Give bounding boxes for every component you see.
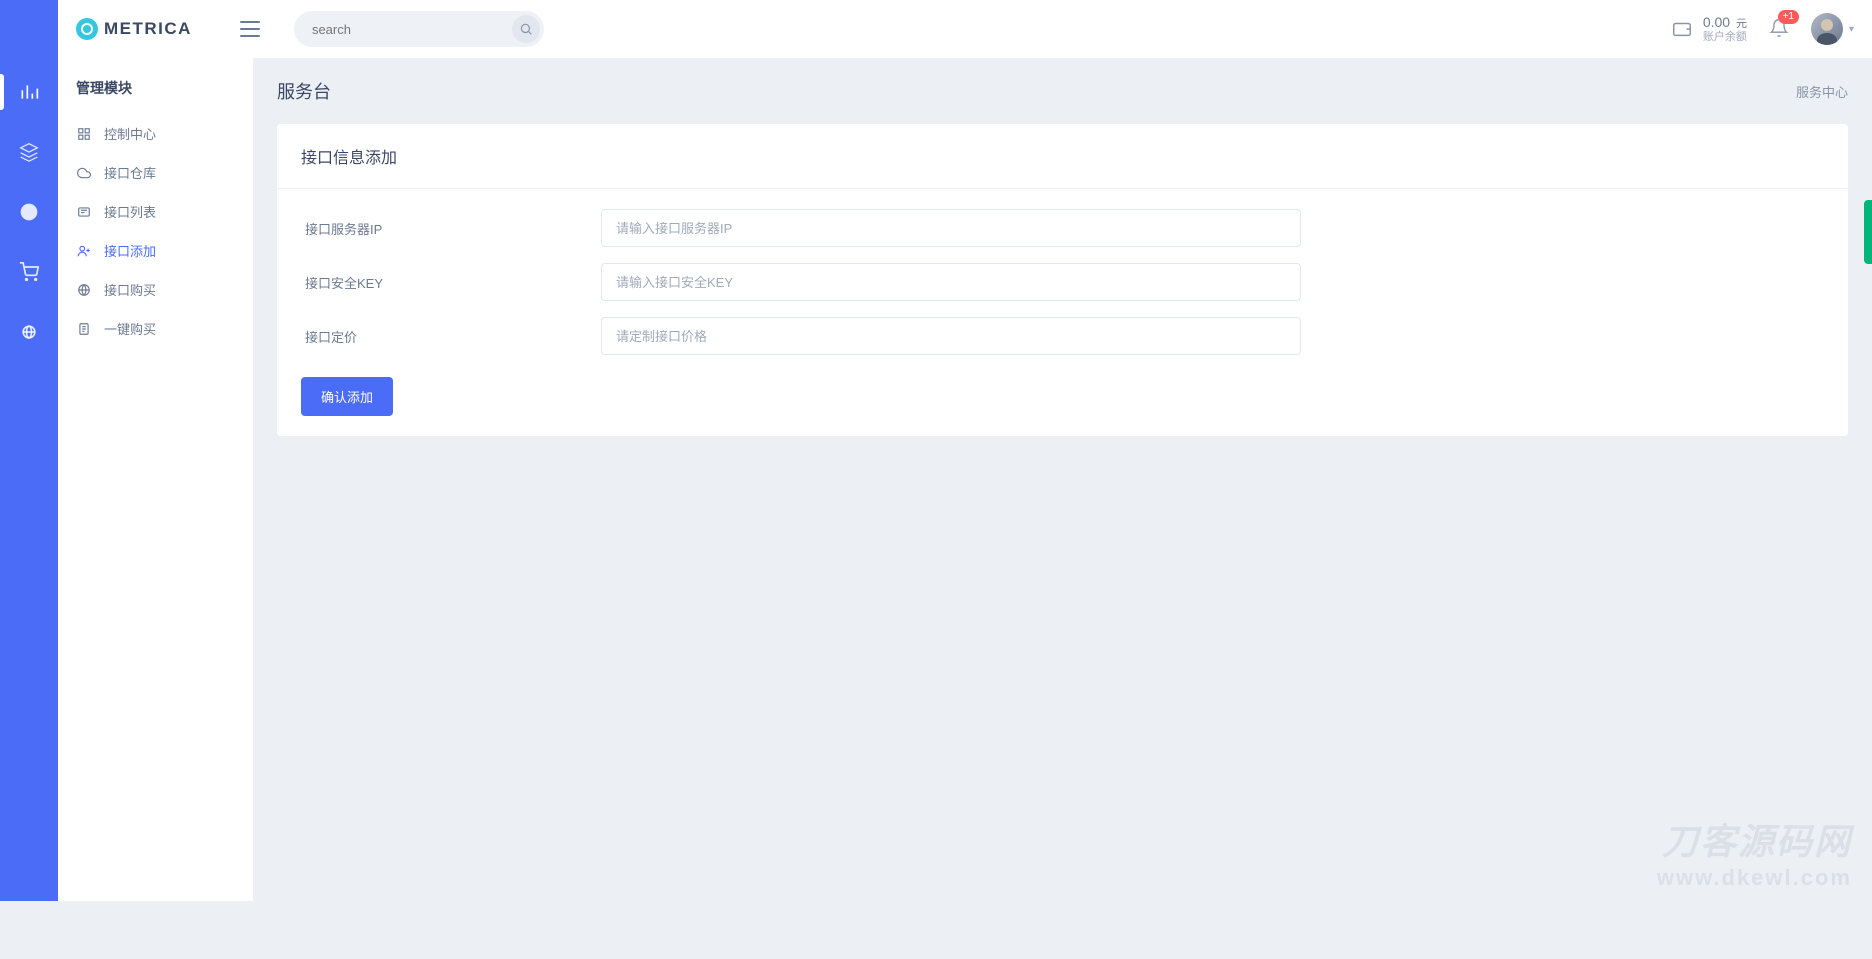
sidebar-item-warehouse[interactable]: 接口仓库 xyxy=(58,153,253,192)
menu-toggle[interactable] xyxy=(240,21,260,37)
page-title: 服务台 xyxy=(277,78,331,104)
sidebar-item-label: 一键购买 xyxy=(104,319,156,338)
sidebar-item-label: 控制中心 xyxy=(104,124,156,143)
logo[interactable]: METRICA xyxy=(76,18,192,40)
submit-button[interactable]: 确认添加 xyxy=(301,377,393,416)
form-row-price: 接口定价 xyxy=(301,317,1824,355)
sidebar: 管理模块 控制中心 接口仓库 接口列表 接口添加 接口购买 一键购买 xyxy=(58,58,253,901)
icon-rail xyxy=(0,0,58,901)
form-row-server-ip: 接口服务器IP xyxy=(301,209,1824,247)
topbar: METRICA 0.00 元 账户余额 +1 ▾ xyxy=(58,0,1872,58)
sidebar-item-label: 接口添加 xyxy=(104,241,156,260)
rail-layers[interactable] xyxy=(17,140,41,164)
rail-explore[interactable] xyxy=(17,320,41,344)
page-header: 服务台 服务中心 xyxy=(277,78,1848,104)
cart-icon xyxy=(19,262,39,282)
sidebar-item-control[interactable]: 控制中心 xyxy=(58,114,253,153)
wallet-icon xyxy=(1671,18,1693,40)
wallet[interactable]: 0.00 元 账户余额 xyxy=(1671,14,1747,44)
brand-text: METRICA xyxy=(104,19,192,39)
rail-reports[interactable] xyxy=(17,200,41,224)
notifications[interactable]: +1 xyxy=(1769,18,1789,41)
form-card: 接口信息添加 接口服务器IP 接口安全KEY 接口定价 确认添加 xyxy=(277,124,1848,436)
sidebar-title: 管理模块 xyxy=(58,78,253,114)
wallet-amount: 0.00 xyxy=(1703,14,1730,30)
security-key-input[interactable] xyxy=(601,263,1301,301)
main: 服务台 服务中心 接口信息添加 接口服务器IP 接口安全KEY 接口定价 确认添… xyxy=(253,58,1872,456)
sidebar-item-list[interactable]: 接口列表 xyxy=(58,192,253,231)
search-input[interactable] xyxy=(294,11,544,47)
sidebar-item-label: 接口列表 xyxy=(104,202,156,221)
logo-mark-icon xyxy=(76,18,98,40)
search-icon xyxy=(519,22,533,36)
form-label: 接口定价 xyxy=(301,327,601,346)
sidebar-item-label: 接口仓库 xyxy=(104,163,156,182)
watermark: 刀客源码网 www.dkewl.com xyxy=(1657,813,1852,891)
globe-sm-icon xyxy=(76,282,92,298)
sidebar-item-buy[interactable]: 接口购买 xyxy=(58,270,253,309)
server-ip-input[interactable] xyxy=(601,209,1301,247)
watermark-line1: 刀客源码网 xyxy=(1657,813,1852,865)
cloud-icon xyxy=(76,165,92,181)
card-title: 接口信息添加 xyxy=(277,124,1848,189)
wallet-currency: 元 xyxy=(1736,18,1747,30)
watermark-line2: www.dkewl.com xyxy=(1657,865,1852,891)
price-input[interactable] xyxy=(601,317,1301,355)
search-wrap xyxy=(294,11,544,47)
chart-icon xyxy=(19,82,39,102)
sidebar-item-label: 接口购买 xyxy=(104,280,156,299)
avatar xyxy=(1811,13,1843,45)
edge-tab[interactable] xyxy=(1864,200,1872,264)
topbar-right: 0.00 元 账户余额 +1 ▾ xyxy=(1671,13,1854,45)
rail-analytics[interactable] xyxy=(17,80,41,104)
notif-badge: +1 xyxy=(1778,10,1799,24)
pie-icon xyxy=(19,202,39,222)
rail-shop[interactable] xyxy=(17,260,41,284)
layers-icon xyxy=(19,142,39,162)
list-icon xyxy=(76,204,92,220)
form-label: 接口安全KEY xyxy=(301,273,601,292)
doc-icon xyxy=(76,321,92,337)
form-label: 接口服务器IP xyxy=(301,219,601,238)
grid-icon xyxy=(76,126,92,142)
chevron-down-icon: ▾ xyxy=(1849,24,1854,35)
user-menu[interactable]: ▾ xyxy=(1811,13,1854,45)
user-add-icon xyxy=(76,243,92,259)
wallet-label: 账户余额 xyxy=(1703,31,1747,44)
breadcrumb[interactable]: 服务中心 xyxy=(1796,82,1848,101)
globe-icon xyxy=(19,322,39,342)
search-button[interactable] xyxy=(512,15,540,43)
form-row-key: 接口安全KEY xyxy=(301,263,1824,301)
sidebar-item-oneclick[interactable]: 一键购买 xyxy=(58,309,253,348)
sidebar-item-add[interactable]: 接口添加 xyxy=(58,231,253,270)
